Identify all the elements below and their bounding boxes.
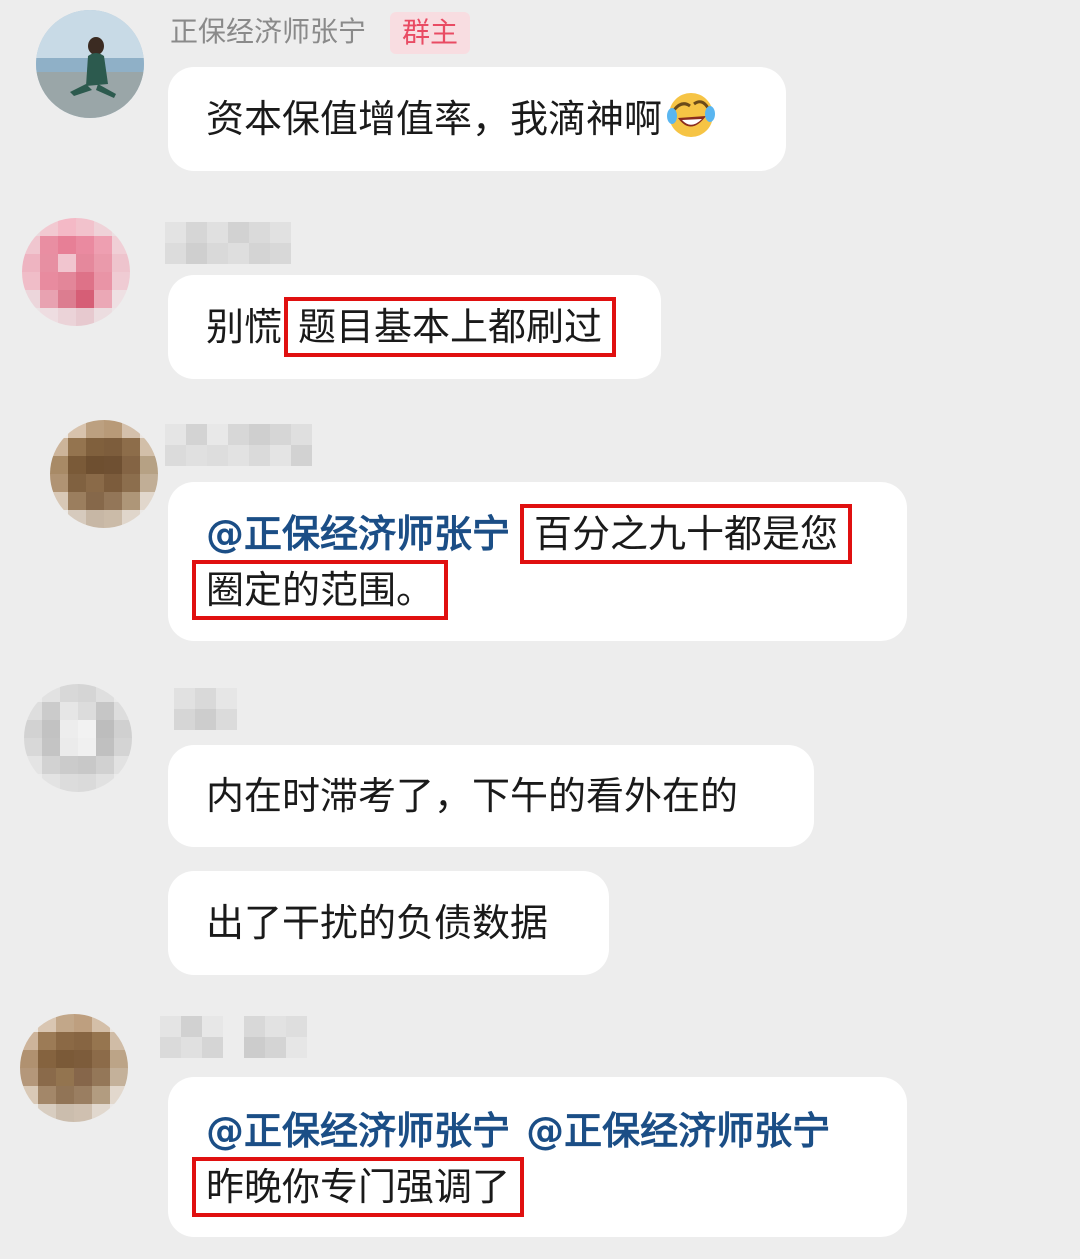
avatar-member-2[interactable] [22, 218, 130, 326]
message-text: 别慌 [206, 305, 283, 349]
highlight-box: 题目基本上都刷过 [284, 297, 617, 357]
sender-name[interactable]: 正保经济师张宁 [170, 12, 366, 52]
sender-name-blurred [165, 222, 291, 264]
mention-link[interactable]: @正保经济师张宁 [206, 1109, 510, 1153]
sender-name-blurred [160, 1016, 307, 1058]
message-bubble-6[interactable]: @正保经济师张宁 @正保经济师张宁 昨晚你专门强调了 [168, 1077, 907, 1237]
owner-badge: 群主 [390, 12, 471, 54]
mention-link[interactable]: @正保经济师张宁 [526, 1109, 830, 1153]
chat-screen: 正保经济师张宁 群主 资本保值增值率，我滴神啊 别慌 题目基本上都刷过 @正保经… [0, 0, 1080, 1259]
message-bubble-5[interactable]: 出了干扰的负债数据 [168, 871, 609, 975]
message-text: 内在时滞考了，下午的看外在的 [206, 774, 739, 818]
message-bubble-4[interactable]: 内在时滞考了，下午的看外在的 [168, 745, 814, 847]
rolling-laughing-emoji-icon [667, 93, 716, 137]
message-bubble-3[interactable]: @正保经济师张宁 百分之九十都是您 圈定的范围。 [168, 482, 907, 641]
avatar-member-4[interactable] [24, 684, 132, 792]
highlight-box: 昨晚你专门强调了 [191, 1157, 525, 1217]
mention-link[interactable]: @正保经济师张宁 [206, 512, 510, 556]
message-text: 出了干扰的负债数据 [206, 901, 549, 945]
highlight-box: 百分之九十都是您 [520, 504, 853, 564]
sender-name-blurred [174, 688, 237, 730]
message-text: 资本保值增值率，我滴神啊 [206, 97, 663, 141]
owner-photo-icon [36, 10, 144, 118]
message-bubble-2[interactable]: 别慌 题目基本上都刷过 [168, 275, 661, 379]
message-bubble-1[interactable]: 资本保值增值率，我滴神啊 [168, 67, 786, 171]
sender-name-blurred [165, 424, 312, 466]
avatar-member-3[interactable] [50, 420, 158, 528]
avatar-member-5[interactable] [20, 1014, 128, 1122]
avatar-group-owner[interactable] [36, 10, 144, 118]
highlight-box: 圈定的范围。 [191, 560, 449, 620]
